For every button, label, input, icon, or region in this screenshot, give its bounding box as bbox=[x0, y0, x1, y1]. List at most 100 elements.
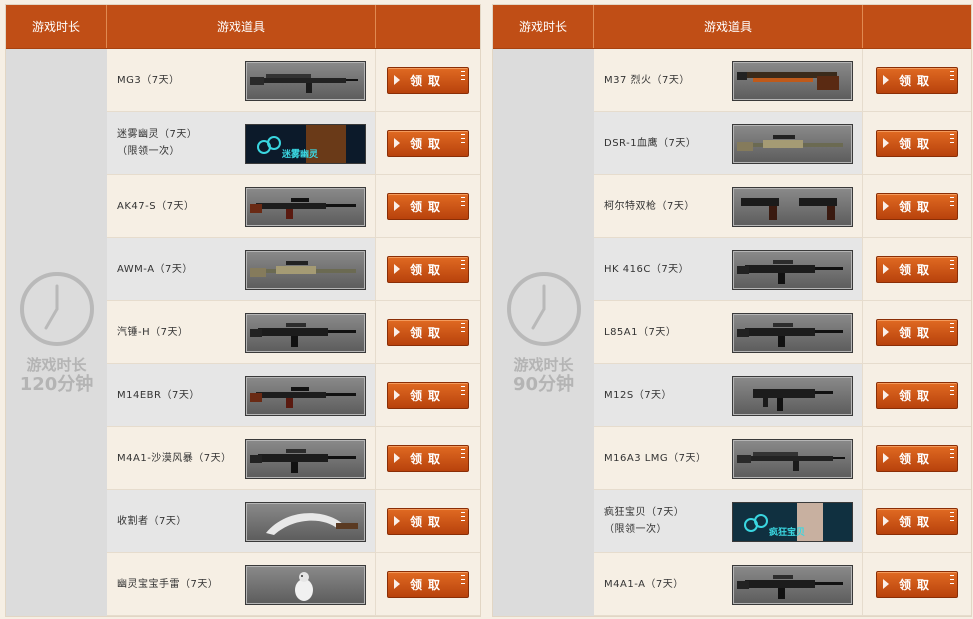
claim-button[interactable]: 领取 bbox=[387, 381, 469, 409]
flag-icon bbox=[394, 74, 400, 85]
item-cell: MG3（7天） bbox=[107, 49, 376, 111]
table-row: HK 416C（7天） 领取 bbox=[594, 238, 971, 301]
flag-icon bbox=[883, 137, 889, 148]
flag-icon bbox=[394, 389, 400, 400]
item-name: MG3（7天） bbox=[117, 74, 180, 86]
menu-lines-icon bbox=[950, 385, 954, 395]
claim-label: 领取 bbox=[409, 73, 446, 88]
flag-icon bbox=[394, 137, 400, 148]
action-cell: 领取 bbox=[863, 49, 971, 111]
item-cell: 汽锤-H（7天） bbox=[107, 301, 376, 363]
flag-icon bbox=[394, 452, 400, 463]
item-name: M4A1-沙漠风暴（7天） bbox=[117, 452, 232, 464]
claim-button[interactable]: 领取 bbox=[876, 129, 958, 157]
menu-lines-icon bbox=[461, 574, 465, 584]
flag-icon bbox=[394, 515, 400, 526]
menu-lines-icon bbox=[461, 133, 465, 143]
claim-button[interactable]: 领取 bbox=[387, 507, 469, 535]
item-cell: L85A1（7天） bbox=[594, 301, 863, 363]
flag-icon bbox=[883, 578, 889, 589]
machine-gun-icon bbox=[245, 61, 366, 101]
table-row: 疯狂宝贝（7天） （限领一次） 疯狂宝贝 领取 bbox=[594, 490, 971, 553]
header-items: 游戏道具 bbox=[594, 5, 863, 48]
claim-label: 领取 bbox=[409, 577, 446, 592]
item-name: AWM-A（7天） bbox=[117, 263, 193, 275]
menu-lines-icon bbox=[950, 133, 954, 143]
claim-button[interactable]: 领取 bbox=[876, 192, 958, 220]
claim-button[interactable]: 领取 bbox=[387, 129, 469, 157]
claim-label: 领取 bbox=[409, 262, 446, 277]
table-row: AK47-S（7天） 领取 bbox=[107, 175, 480, 238]
time-cell: 游戏时长 90分钟 bbox=[493, 49, 595, 616]
time-value: 90分钟 bbox=[512, 373, 575, 395]
rifle-icon bbox=[245, 376, 366, 416]
table-row: 幽灵宝宝手雷（7天） 领取 bbox=[107, 553, 480, 616]
flag-icon bbox=[883, 326, 889, 337]
menu-lines-icon bbox=[950, 574, 954, 584]
action-cell: 领取 bbox=[376, 553, 480, 615]
reward-panel-120min: 游戏时长 游戏道具 游戏时长 120分钟 MG3（7天） 领取 迷雾幽灵（7天） （… bbox=[5, 4, 481, 617]
item-cell: M4A1-沙漠风暴（7天） bbox=[107, 427, 376, 489]
claim-button[interactable]: 领取 bbox=[387, 192, 469, 220]
sniper-rifle-icon bbox=[732, 124, 853, 164]
claim-label: 领取 bbox=[409, 199, 446, 214]
claim-label: 领取 bbox=[898, 262, 935, 277]
item-cell: 迷雾幽灵（7天） （限领一次） 迷雾幽灵 bbox=[107, 112, 376, 174]
claim-label: 领取 bbox=[898, 73, 935, 88]
claim-button[interactable]: 领取 bbox=[387, 318, 469, 346]
action-cell: 领取 bbox=[863, 175, 971, 237]
rifle-icon bbox=[245, 187, 366, 227]
machine-gun-icon bbox=[732, 439, 853, 479]
action-cell: 领取 bbox=[863, 553, 971, 615]
grenade-icon bbox=[245, 565, 366, 605]
claim-button[interactable]: 领取 bbox=[876, 444, 958, 472]
menu-lines-icon bbox=[461, 448, 465, 458]
item-cell: DSR-1血鹰（7天） bbox=[594, 112, 863, 174]
item-cell: AK47-S（7天） bbox=[107, 175, 376, 237]
claim-button[interactable]: 领取 bbox=[387, 570, 469, 598]
item-name: 迷雾幽灵（7天） （限领一次） bbox=[117, 129, 198, 157]
banner-text: 疯狂宝贝 bbox=[769, 528, 806, 538]
claim-button[interactable]: 领取 bbox=[387, 444, 469, 472]
claim-button[interactable]: 领取 bbox=[876, 255, 958, 283]
claim-button[interactable]: 领取 bbox=[876, 570, 958, 598]
claim-label: 领取 bbox=[409, 136, 446, 151]
item-cell: M12S（7天） bbox=[594, 364, 863, 426]
claim-button[interactable]: 领取 bbox=[876, 507, 958, 535]
claim-button[interactable]: 领取 bbox=[387, 255, 469, 283]
claim-button[interactable]: 领取 bbox=[876, 318, 958, 346]
claim-button[interactable]: 领取 bbox=[876, 66, 958, 94]
action-cell: 领取 bbox=[863, 427, 971, 489]
action-cell: 领取 bbox=[863, 238, 971, 300]
flag-icon bbox=[394, 200, 400, 211]
menu-lines-icon bbox=[461, 70, 465, 80]
menu-lines-icon bbox=[950, 448, 954, 458]
smg-icon bbox=[732, 376, 853, 416]
table-row: 收割者（7天） 领取 bbox=[107, 490, 480, 553]
table-row: M16A3 LMG（7天） 领取 bbox=[594, 427, 971, 490]
time-label: 游戏时长 bbox=[513, 355, 574, 374]
claim-label: 领取 bbox=[898, 577, 935, 592]
claim-button[interactable]: 领取 bbox=[387, 66, 469, 94]
action-cell: 领取 bbox=[376, 427, 480, 489]
item-name: M4A1-A（7天） bbox=[604, 578, 684, 590]
item-cell: M4A1-A（7天） bbox=[594, 553, 863, 615]
table-row: 迷雾幽灵（7天） （限领一次） 迷雾幽灵 领取 bbox=[107, 112, 480, 175]
flag-icon bbox=[394, 578, 400, 589]
item-name: 收割者（7天） bbox=[117, 515, 187, 527]
character-icon: 疯狂宝贝 bbox=[732, 502, 853, 542]
action-cell: 领取 bbox=[863, 112, 971, 174]
action-cell: 领取 bbox=[376, 112, 480, 174]
ghost-character-icon: 迷雾幽灵 bbox=[245, 124, 366, 164]
table-row: DSR-1血鹰（7天） 领取 bbox=[594, 112, 971, 175]
menu-lines-icon bbox=[461, 322, 465, 332]
assault-rifle-icon bbox=[732, 250, 853, 290]
time-label: 游戏时长 bbox=[26, 355, 87, 374]
header-time: 游戏时长 bbox=[6, 5, 107, 48]
item-name: AK47-S（7天） bbox=[117, 200, 195, 212]
item-name: DSR-1血鹰（7天） bbox=[604, 137, 697, 149]
claim-button[interactable]: 领取 bbox=[876, 381, 958, 409]
table-row: L85A1（7天） 领取 bbox=[594, 301, 971, 364]
action-cell: 领取 bbox=[376, 364, 480, 426]
flag-icon bbox=[883, 263, 889, 274]
